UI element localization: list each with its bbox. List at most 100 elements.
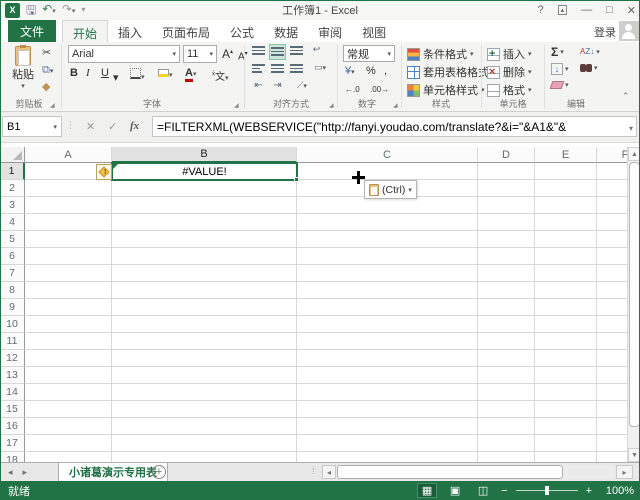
grid-cell-E12[interactable] bbox=[535, 350, 597, 367]
grid-cell-B11[interactable] bbox=[112, 333, 297, 350]
underline-button[interactable]: U bbox=[101, 67, 109, 79]
grid-cell-D15[interactable] bbox=[478, 401, 535, 418]
grid-cell-A2[interactable] bbox=[25, 180, 112, 197]
align-right-icon[interactable] bbox=[288, 62, 305, 78]
grid-cell-E9[interactable] bbox=[535, 299, 597, 316]
tab-scrollbar-splitter[interactable]: ⁞ bbox=[312, 466, 315, 476]
account-avatar-icon[interactable] bbox=[619, 21, 639, 41]
row-header-8[interactable]: 8 bbox=[0, 282, 25, 299]
expand-formula-bar-icon[interactable]: ▾ bbox=[629, 124, 633, 133]
cancel-icon[interactable]: ✕ bbox=[86, 120, 95, 133]
cut-icon[interactable]: ✂ bbox=[42, 47, 51, 60]
sheet-next-icon[interactable]: ▸ bbox=[23, 467, 28, 478]
grid-cell-A17[interactable] bbox=[25, 435, 112, 452]
decrease-indent-icon[interactable]: ⇤ bbox=[250, 80, 267, 96]
grid-cell-D12[interactable] bbox=[478, 350, 535, 367]
grid-cell-C9[interactable] bbox=[297, 299, 478, 316]
grid-cell-B7[interactable] bbox=[112, 265, 297, 282]
grid-cell-D14[interactable] bbox=[478, 384, 535, 401]
grid-cell-D9[interactable] bbox=[478, 299, 535, 316]
comma-style-icon[interactable]: , bbox=[384, 65, 387, 78]
grid-cell-B5[interactable] bbox=[112, 231, 297, 248]
grid-cell-A3[interactable] bbox=[25, 197, 112, 214]
grid-cell-B15[interactable] bbox=[112, 401, 297, 418]
orientation-icon[interactable]: ⟋▾ bbox=[290, 80, 314, 96]
ribbon-display-options-button[interactable]: ▴ bbox=[558, 5, 568, 15]
grid-cell-D17[interactable] bbox=[478, 435, 535, 452]
grid-cell-E16[interactable] bbox=[535, 418, 597, 435]
formula-bar-splitter[interactable]: ⋮ bbox=[66, 120, 75, 131]
grid-cell-A16[interactable] bbox=[25, 418, 112, 435]
column-header-B[interactable]: B bbox=[112, 147, 297, 163]
grid-cell-E8[interactable] bbox=[535, 282, 597, 299]
row-header-11[interactable]: 11 bbox=[0, 333, 25, 350]
align-center-icon[interactable] bbox=[269, 62, 286, 78]
fill-handle[interactable] bbox=[294, 177, 299, 182]
grid-cell-A5[interactable] bbox=[25, 231, 112, 248]
grid-cell-D1[interactable] bbox=[478, 163, 535, 180]
row-header-9[interactable]: 9 bbox=[0, 299, 25, 316]
decrease-decimal-icon[interactable]: .00→ bbox=[370, 83, 389, 96]
bottom-align-icon[interactable] bbox=[288, 44, 305, 60]
underline-dropdown[interactable]: ▾ bbox=[113, 71, 119, 84]
align-left-icon[interactable] bbox=[250, 62, 267, 78]
grid-cell-A13[interactable] bbox=[25, 367, 112, 384]
row-header-13[interactable]: 13 bbox=[0, 367, 25, 384]
column-header-C[interactable]: C bbox=[297, 147, 478, 163]
grid-cell-E10[interactable] bbox=[535, 316, 597, 333]
grid-cell-A8[interactable] bbox=[25, 282, 112, 299]
grid-cell-A4[interactable] bbox=[25, 214, 112, 231]
grid-cell-B6[interactable] bbox=[112, 248, 297, 265]
copy-icon[interactable]: ⧉▾ bbox=[42, 64, 53, 78]
paste-options-button[interactable]: (Ctrl) ▾ bbox=[364, 180, 417, 199]
row-header-16[interactable]: 16 bbox=[0, 418, 25, 435]
collapse-ribbon-icon[interactable]: ⌃ bbox=[622, 90, 630, 103]
grid-cell-A9[interactable] bbox=[25, 299, 112, 316]
row-header-5[interactable]: 5 bbox=[0, 231, 25, 248]
grid-cell-C17[interactable] bbox=[297, 435, 478, 452]
row-header-18[interactable]: 18 bbox=[0, 452, 25, 462]
new-sheet-icon[interactable]: + bbox=[152, 465, 166, 479]
tab-data[interactable]: 数据 bbox=[264, 20, 308, 42]
error-options-button[interactable] bbox=[96, 164, 112, 180]
grid-cell-A15[interactable] bbox=[25, 401, 112, 418]
close-button[interactable]: ✕ bbox=[627, 4, 636, 17]
tab-review[interactable]: 审阅 bbox=[308, 20, 352, 42]
accounting-format-icon[interactable]: ¥▾ bbox=[345, 65, 355, 79]
top-align-icon[interactable] bbox=[250, 44, 267, 60]
select-all-corner[interactable] bbox=[0, 147, 25, 163]
grid-cell-C12[interactable] bbox=[297, 350, 478, 367]
grid-cell-C16[interactable] bbox=[297, 418, 478, 435]
grid-cell-C15[interactable] bbox=[297, 401, 478, 418]
borders-icon[interactable]: ▾ bbox=[130, 68, 145, 82]
active-cell-B1[interactable]: #VALUE! bbox=[111, 162, 298, 181]
increase-decimal-icon[interactable]: ←.0 bbox=[345, 83, 360, 96]
grid-cell-B3[interactable] bbox=[112, 197, 297, 214]
row-header-4[interactable]: 4 bbox=[0, 214, 25, 231]
grid-cell-A6[interactable] bbox=[25, 248, 112, 265]
grid-cell-E13[interactable] bbox=[535, 367, 597, 384]
row-header-14[interactable]: 14 bbox=[0, 384, 25, 401]
font-family-select[interactable]: Arial▾ bbox=[68, 45, 180, 63]
row-header-1[interactable]: 1 bbox=[0, 163, 25, 180]
merge-center-icon[interactable]: ▭▾ bbox=[308, 62, 332, 78]
scroll-left-icon[interactable]: ◂ bbox=[322, 465, 336, 479]
grid-cell-A7[interactable] bbox=[25, 265, 112, 282]
autosum-button[interactable]: Σ▾ bbox=[551, 45, 564, 59]
grid-cell-C8[interactable] bbox=[297, 282, 478, 299]
font-dialog-launcher-icon[interactable]: ◢ bbox=[234, 102, 239, 109]
grid-cell-E17[interactable] bbox=[535, 435, 597, 452]
conditional-formatting-button[interactable]: 条件格式▾ bbox=[407, 46, 474, 62]
grid-cell-B12[interactable] bbox=[112, 350, 297, 367]
horizontal-scroll-thumb[interactable] bbox=[337, 465, 563, 479]
grid-cell-D2[interactable] bbox=[478, 180, 535, 197]
fill-button[interactable]: ↓▾ bbox=[551, 63, 569, 75]
italic-button[interactable]: I bbox=[86, 67, 90, 79]
format-cells-button[interactable]: 格式▾ bbox=[487, 82, 532, 98]
vertical-scrollbar[interactable]: ▲ ▼ bbox=[627, 147, 640, 462]
sign-in-link[interactable]: 登录 bbox=[594, 24, 616, 40]
grid-cell-E3[interactable] bbox=[535, 197, 597, 214]
grid-cell-D4[interactable] bbox=[478, 214, 535, 231]
grid-cell-D13[interactable] bbox=[478, 367, 535, 384]
grid-cell-E15[interactable] bbox=[535, 401, 597, 418]
